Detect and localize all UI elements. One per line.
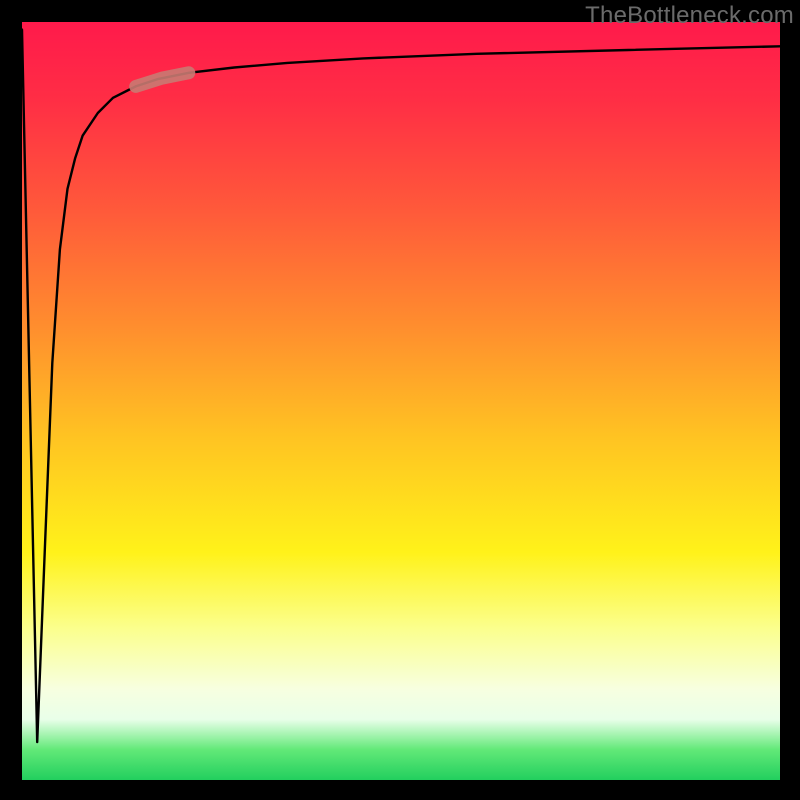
watermark-text: TheBottleneck.com (585, 2, 794, 30)
plot-area (22, 22, 780, 780)
curve-highlight (136, 73, 189, 87)
chart-frame: TheBottleneck.com (0, 0, 800, 800)
curve-layer (22, 22, 780, 780)
bottleneck-curve (22, 30, 780, 743)
